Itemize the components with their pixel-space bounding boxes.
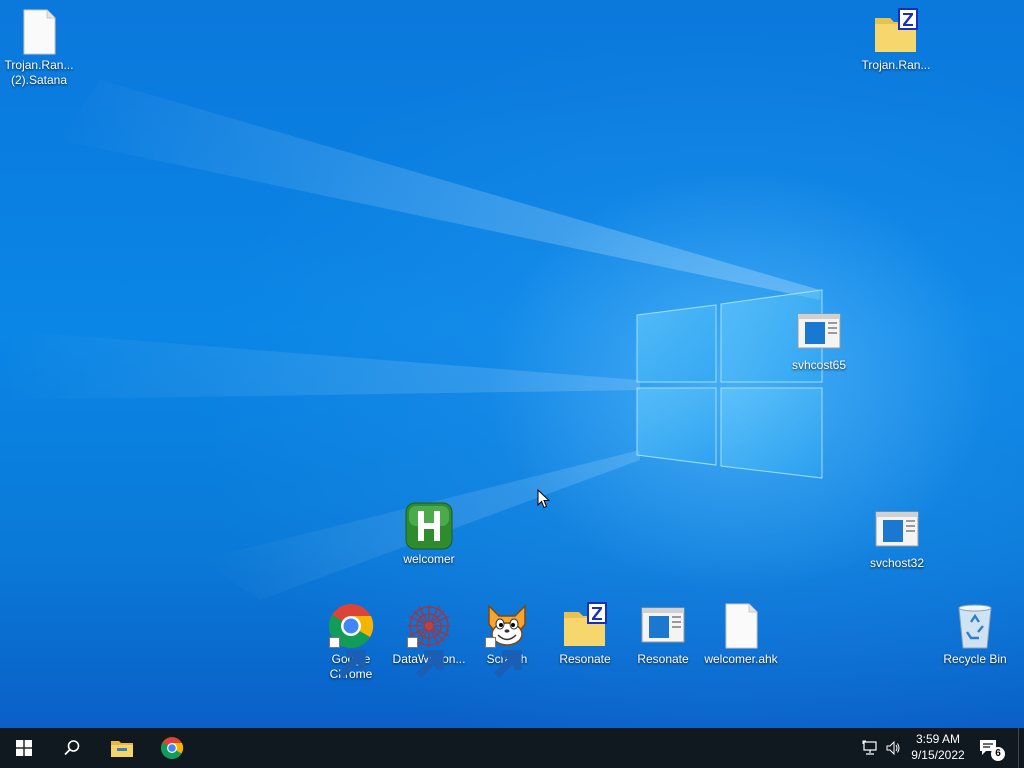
action-center-button[interactable]: 6 xyxy=(978,738,1008,761)
chrome-icon xyxy=(327,602,375,678)
show-desktop-button[interactable] xyxy=(1018,728,1024,768)
window-app-icon xyxy=(795,308,843,356)
desktop-icon-welcomer-ahk[interactable]: welcomer.ahk xyxy=(699,602,783,667)
scratch-cat-icon xyxy=(483,602,531,678)
mouse-cursor-icon xyxy=(537,489,551,509)
shortcut-arrow-icon xyxy=(485,637,522,678)
blank-file-icon xyxy=(15,8,63,56)
search-button[interactable] xyxy=(48,728,96,768)
icon-label: Trojan.Ran... (2).Satana xyxy=(4,58,74,87)
desktop-icon-scratch[interactable]: Scratch xyxy=(465,602,549,678)
clock-date: 9/15/2022 xyxy=(911,748,965,762)
icon-label: svchost32 xyxy=(869,556,925,570)
clock-time: 3:59 AM xyxy=(915,732,961,746)
icon-label: welcomer xyxy=(403,552,455,566)
desktop-icon-datawagon[interactable]: DataWagon... xyxy=(387,602,471,678)
desktop-icon-svchost32[interactable]: svchost32 xyxy=(855,506,939,571)
taskbar: 3:59 AM 9/15/2022 6 xyxy=(0,728,1024,768)
blank-file-icon xyxy=(717,602,765,650)
taskbar-clock[interactable]: 3:59 AM 9/15/2022 xyxy=(900,731,976,763)
shortcut-arrow-icon xyxy=(407,637,444,678)
desktop-icon-resonate-zip[interactable]: Resonate xyxy=(543,602,627,667)
network-icon[interactable] xyxy=(862,740,878,756)
icon-label: welcomer.ahk xyxy=(704,652,778,666)
notification-count-badge: 6 xyxy=(991,747,1005,761)
file-explorer-icon xyxy=(111,741,133,757)
icon-label: Recycle Bin xyxy=(943,652,1007,666)
desktop-icon-welcomer[interactable]: welcomer xyxy=(387,502,471,567)
desktop-icon-svhcost65[interactable]: svhcost65 xyxy=(777,308,861,373)
datawagon-icon xyxy=(405,602,453,678)
desktop-icon-resonate-app[interactable]: Resonate xyxy=(621,602,705,667)
desktop[interactable]: Trojan.Ran... (2).Satana Trojan.Ran... s… xyxy=(0,0,1024,728)
shortcut-arrow-icon xyxy=(329,637,366,678)
icon-label: Resonate xyxy=(637,652,689,666)
zip-folder-icon xyxy=(872,8,920,56)
desktop-icon-google-chrome[interactable]: Google Chrome xyxy=(309,602,393,682)
icon-label: Resonate xyxy=(559,652,611,666)
taskbar-file-explorer[interactable] xyxy=(98,728,146,768)
window-app-icon xyxy=(873,506,921,554)
chrome-icon xyxy=(160,737,184,759)
window-app-icon xyxy=(639,602,687,650)
autohotkey-h-icon xyxy=(405,502,453,550)
zip-folder-icon xyxy=(561,602,609,650)
windows-logo-icon xyxy=(16,740,32,756)
taskbar-google-chrome[interactable] xyxy=(148,728,196,768)
icon-label: Trojan.Ran... xyxy=(861,58,931,72)
volume-icon[interactable] xyxy=(885,740,901,756)
icon-label: svhcost65 xyxy=(791,358,847,372)
desktop-icon-recycle-bin[interactable]: Recycle Bin xyxy=(933,602,1017,667)
desktop-icon-trojan-zip[interactable]: Trojan.Ran... xyxy=(854,8,938,73)
search-icon xyxy=(64,740,80,756)
recycle-bin-icon xyxy=(951,602,999,650)
start-button[interactable] xyxy=(0,728,48,768)
desktop-icon-trojan-satana[interactable]: Trojan.Ran... (2).Satana xyxy=(0,8,81,88)
